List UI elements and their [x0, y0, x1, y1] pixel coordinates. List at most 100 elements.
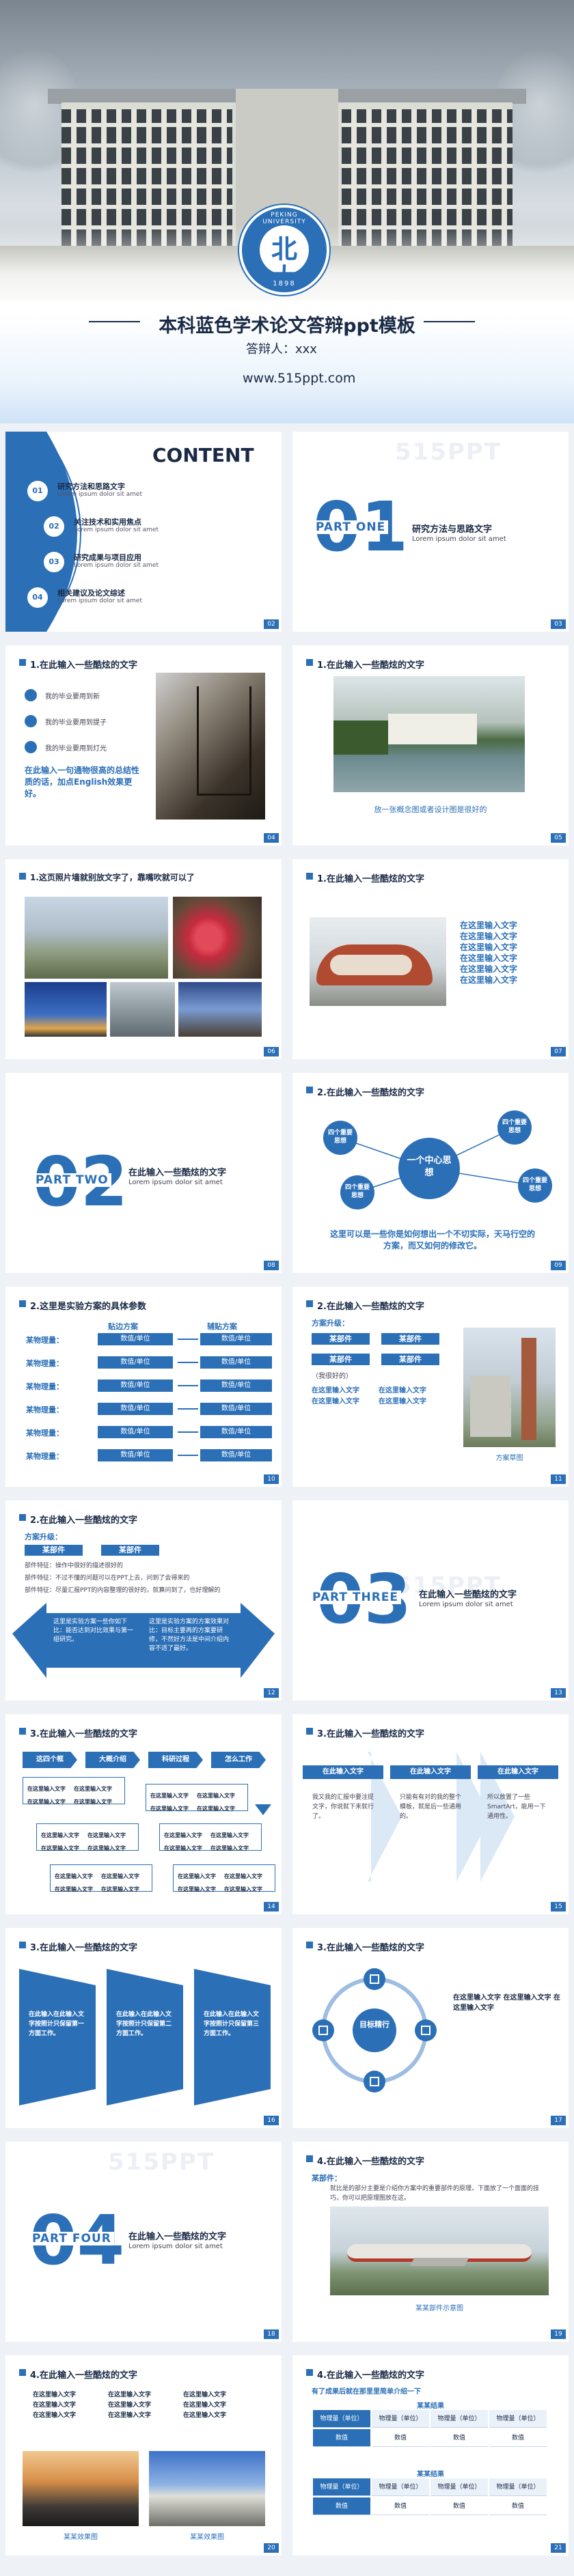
process-step[interactable]: 这四个框 [23, 1752, 77, 1768]
photo-wall-3 [25, 982, 107, 1037]
page-number: 18 [264, 2329, 279, 2339]
slide-header: 3.在此输入一些酷炫的文字 [317, 1943, 424, 1953]
text-line: 在这里输入文字 [183, 2402, 227, 2409]
page-number: 06 [264, 1047, 279, 1056]
bullet-item: 我的毕业要用到提子 [25, 714, 141, 730]
column-header: 贴边方案 [108, 1322, 138, 1331]
arrow-text-right: 这里是实验方案的方案效果对比：目标主要再的方案要研修，不然好方法是中间介绍内容不… [149, 1619, 230, 1652]
sub-heading: 方案升级： [312, 1319, 349, 1328]
cover-title: 本科蓝色学术论文答辩ppt模板 [159, 316, 415, 337]
box-text: 在这里输入文字 [41, 1845, 79, 1851]
param-label: 某物理量： [26, 1405, 64, 1414]
column-title: 在此输入文字 [390, 1765, 471, 1779]
box-text: 在这里输入文字 [164, 1832, 202, 1838]
box-text: 在这里输入文字 [224, 1886, 262, 1892]
contents-item-title[interactable]: 相关建议及论文综述 [57, 587, 125, 598]
text-line: 在这里输入文字 [183, 2392, 227, 2398]
image-caption: 某某效果图 [64, 2534, 98, 2541]
image-caption: 某某部件示意图 [415, 2305, 463, 2312]
page-number: 13 [551, 1688, 566, 1698]
part-subtitle: Lorem ipsum dolor sit amet [128, 2243, 223, 2250]
image-caption: 某某效果图 [190, 2534, 224, 2541]
table-header-cell: 物理量（单位） [489, 2410, 547, 2428]
text-line: 在这里输入文字 [312, 1398, 359, 1405]
slide-header: 4.在此输入一些酷炫的文字 [317, 2157, 424, 2167]
slide-header: 2.在此输入一些酷炫的文字 [317, 1302, 424, 1312]
arrow-text-left: 这里是实验方案一些你如下比：能否达到对比效果与第一组研究。 [53, 1619, 134, 1643]
panel-text: 在此输入在此输入文字按照计只保留第一方面工作。 [29, 2011, 85, 2037]
bullet-text: 我的毕业要用到新 [45, 693, 100, 701]
comparison-arrows [12, 1603, 275, 1678]
table-header-cell: 物理量（单位） [430, 2478, 488, 2496]
box-text: 在这里输入文字 [87, 1832, 126, 1838]
box-text: 在这里输入文字 [197, 1806, 235, 1812]
university-emblem: PEKING UNIVERSITY 北大 1898 [239, 205, 329, 295]
slide-header: 3.在此输入一些酷炫的文字 [317, 1729, 424, 1739]
param-value: 数值/单位 [98, 1426, 173, 1438]
feature-row: 部件特征：操作中很好的描述很好的 [25, 1563, 124, 1569]
process-step[interactable]: 大概介绍 [85, 1752, 140, 1768]
photo-wall-5 [178, 982, 262, 1037]
box-text: 在这里输入文字 [210, 1832, 249, 1838]
column-text: 所以放置了一些SmartArt，能用一下通用性。 [487, 1794, 546, 1820]
photo-interior [156, 673, 265, 820]
text-box: 在这里输入文字 在这里输入文字在这里输入文字 在这里输入文字 [173, 1864, 275, 1892]
photo-airplane [330, 2207, 549, 2295]
slide-header: 1.这页照片墙就别放文字了，靠嘴吹就可以了 [30, 873, 195, 882]
part-tag: 某部件 [381, 1333, 439, 1345]
process-step[interactable]: 科研过程 [148, 1752, 203, 1768]
slide-header: 3.在此输入一些酷炫的文字 [30, 1943, 137, 1953]
arrow-icon [178, 1339, 198, 1340]
slide-header: 3.在此输入一些酷炫的文字 [30, 1729, 137, 1739]
slide-20: 4.在此输入一些酷炫的文字 在这里输入文字 在这里输入文字 在这里输入文字 在这里输入… [5, 2355, 282, 2556]
table-cell: 数值 [430, 2497, 488, 2515]
panel-text: 在此输入在此输入文字按照计只保留第三方面工作。 [204, 2011, 260, 2037]
text-line: 在这里输入文字 [460, 975, 518, 985]
page-number: 19 [551, 2329, 566, 2339]
part-title: 在此输入一些酷炫的文字 [128, 2232, 227, 2242]
page-number: 03 [551, 619, 566, 629]
page-number: 04 [264, 833, 279, 843]
param-label: 某物理量： [26, 1336, 64, 1345]
param-value: 数值/单位 [200, 1356, 272, 1369]
slide-part-one: 515PPT 01 PART ONE 研究方法与思路文字 Lorem ipsum… [292, 432, 569, 632]
arrow-icon [178, 1408, 198, 1410]
sub-heading: 有了成果后就在那里里简单介绍一下 [312, 2388, 421, 2396]
presenter: 答辩人：xxx [246, 342, 317, 356]
slide-21: 4.在此输入一些酷炫的文字 有了成果后就在那里里简单介绍一下 某某结果 物理量（… [292, 2355, 569, 2556]
slide-header: 4.在此输入一些酷炫的文字 [317, 2370, 424, 2381]
contents-item-title[interactable]: 研究成果与项目应用 [74, 552, 141, 563]
contents-item-title[interactable]: 关注技术和实用焦点 [74, 516, 141, 527]
title-rule-right [424, 321, 475, 322]
page-number: 20 [264, 2543, 279, 2553]
slide-12: 2.在此输入一些酷炫的文字 方案升级： 某部件 某部件 部件特征：操作中很好的描… [5, 1500, 282, 1700]
column-title: 在此输入文字 [478, 1765, 558, 1779]
part-label: PART TWO [33, 1173, 111, 1187]
slide-5: 1.在此输入一些酷炫的文字 放一张概念图或者设计图是很好的 05 [292, 645, 569, 845]
text-line: 在这里输入文字 [379, 1387, 426, 1395]
page-number: 15 [551, 1902, 566, 1912]
slide-header: 2.在此输入一些酷炫的文字 [30, 1515, 137, 1526]
note-text: （我很好的） [312, 1373, 353, 1380]
contents-item-title[interactable]: 研究方法和思路文字 [57, 481, 125, 492]
mindmap-caption: 这里可以是一些你是如何想出一个不切实际，天马行空的方案，而又如何的修改它。 [330, 1229, 536, 1250]
slide-6: 1.这页照片墙就别放文字了，靠嘴吹就可以了 06 [5, 859, 282, 1059]
box-text: 在这里输入文字 [150, 1793, 189, 1799]
slide-7: 1.在此输入一些酷炫的文字 在这里输入文字 在这里输入文字 在这里输入文字 在这里输入… [292, 859, 569, 1059]
emblem-text: PEKING UNIVERSITY [262, 212, 306, 225]
part-title: 在此输入一些酷炫的文字 [419, 1590, 517, 1600]
text-box: 在这里输入文字 在这里输入文字在这里输入文字 在这里输入文字 [50, 1864, 152, 1892]
table-header-cell: 物理量（单位） [372, 2478, 429, 2496]
table-title: 某某结果 [417, 2471, 444, 2478]
process-step[interactable]: 怎么工作 [211, 1752, 266, 1768]
text-box: 在这里输入文字 在这里输入文字在这里输入文字 在这里输入文字 [36, 1823, 139, 1851]
part-title: 在此输入一些酷炫的文字 [128, 1168, 227, 1178]
slide-17: 3.在此输入一些酷炫的文字 目标精行 在这里输入文字 在这里输入文字 在这里输入… [292, 1928, 569, 2128]
box-text: 在这里输入文字 [224, 1873, 262, 1879]
text-line: 在这里输入文字 [108, 2392, 152, 2398]
page-number: 09 [551, 1261, 566, 1270]
slide-10: 2.这里是实验方案的具体参数 贴边方案 辅贴方案 某物理量： 数值/单位 数值/单位… [5, 1287, 282, 1487]
contents-heading: CONTENT [152, 444, 254, 466]
emblem-year: 1898 [273, 280, 296, 288]
column-text: 我又我的汇报中要注提文字，你说就下来就行了。 [312, 1794, 374, 1820]
